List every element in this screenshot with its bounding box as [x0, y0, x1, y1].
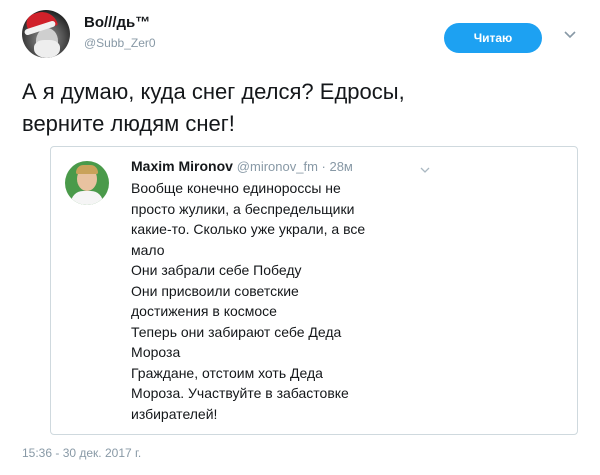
quoted-line: просто жулики, а беспредельщики: [131, 200, 355, 217]
quoted-line: избирателей!: [131, 405, 218, 422]
tweet-text: А я думаю, куда снег делся? Едросы, верн…: [22, 76, 582, 140]
quoted-line: мало: [131, 241, 165, 258]
quoted-author-handle[interactable]: @mironov_fm: [237, 159, 318, 174]
quoted-line: Граждане, отстоим хоть Деда: [131, 364, 323, 381]
author-avatar[interactable]: [22, 10, 70, 58]
quoted-line: Вообще конечно единороссы не: [131, 180, 341, 196]
quoted-separator: ·: [317, 159, 330, 174]
avatar-shirt: [71, 191, 103, 205]
quoted-line: Мороза: [131, 344, 181, 360]
quoted-tweet[interactable]: Maxim Mironov @mironov_fm · 28м Вообще к…: [50, 146, 578, 435]
tweet-timestamp[interactable]: 15:36 - 30 дек. 2017 г.: [22, 446, 141, 460]
quoted-age[interactable]: 28м: [329, 159, 352, 174]
author-handle[interactable]: @Subb_Zer0: [84, 36, 156, 50]
quoted-line: Мороза. Участвуйте в забастовке: [131, 385, 349, 401]
chevron-down-icon[interactable]: [563, 28, 577, 42]
author-display-name[interactable]: Во///дь™: [84, 14, 150, 31]
quoted-text: Вообще конечно единороссы не просто жули…: [131, 178, 431, 424]
follow-button[interactable]: Читаю: [444, 23, 542, 53]
avatar-hair: [76, 165, 98, 174]
quoted-chevron-down-icon[interactable]: [420, 161, 430, 173]
tweet-text-line: верните людям снег!: [22, 111, 235, 136]
quoted-line: достижения в космосе: [131, 303, 277, 319]
quoted-line: Теперь они забирают себе Деда: [131, 323, 342, 340]
quoted-line: какие-то. Сколько уже украли, а все: [131, 221, 366, 237]
quoted-line: Они присвоили советские: [131, 282, 299, 299]
avatar-beard: [34, 40, 60, 58]
quoted-header: Maxim Mironov @mironov_fm · 28м: [131, 158, 353, 174]
tweet-card: Во///дь™ @Subb_Zer0 Читаю А я думаю, куд…: [0, 0, 600, 475]
tweet-text-line: А я думаю, куда снег делся? Едросы,: [22, 79, 405, 104]
quoted-author-name[interactable]: Maxim Mironov: [131, 158, 233, 174]
quoted-author-avatar[interactable]: [65, 161, 109, 205]
quoted-line: Они забрали себе Победу: [131, 262, 302, 278]
